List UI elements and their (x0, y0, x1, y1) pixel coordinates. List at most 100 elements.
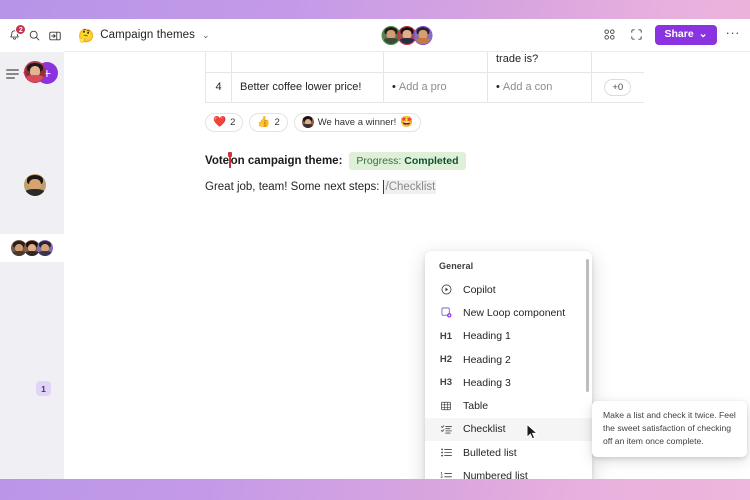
reaction-count: 2 (230, 116, 236, 128)
reaction-heart[interactable]: ❤️ 2 (205, 112, 244, 132)
line-text-after: on campaign theme: (230, 154, 343, 167)
status-badge-label: Progress: (356, 154, 402, 167)
cell-con-placeholder: Add a con (502, 81, 553, 93)
search-icon[interactable] (26, 26, 43, 46)
menu-item-copilot[interactable]: Copilot (425, 278, 592, 301)
menu-item-bulleted-list[interactable]: Bulleted list (425, 441, 592, 464)
cell-votes[interactable] (591, 52, 644, 73)
avatar (301, 116, 314, 128)
rail-chat-group-active[interactable] (0, 234, 64, 262)
notifications-badge: 2 (15, 23, 27, 35)
table-row: trade is? (205, 52, 644, 73)
slash-command-menu[interactable]: General Copilot New Loop component H1 He… (425, 251, 592, 479)
reactions-bar: ❤️ 2 👍 2 We have a winner! 🤩 (205, 112, 750, 132)
menu-item-label: Checklist (463, 423, 506, 436)
table-row: 4 Better coffee lower price! • Add a pro … (205, 71, 644, 103)
document-line-body[interactable]: Great job, team! Some next steps: /Check… (205, 179, 750, 194)
menu-item-label: Table (463, 400, 489, 413)
numbered-list-icon: 123 (439, 469, 453, 479)
menu-item-label: Numbered list (463, 470, 528, 479)
rail-toolbar: 2 (0, 19, 64, 52)
cell-number: 4 (205, 71, 232, 103)
menu-group-label: General (439, 261, 474, 271)
left-rail: 2 ▾ (0, 19, 64, 479)
avatar-stack (10, 239, 54, 257)
cell-idea[interactable] (231, 52, 384, 73)
menu-item-label: New Loop component (463, 306, 566, 319)
cell-con[interactable]: • Add a con (487, 71, 592, 103)
line-body-text: Great job, team! Some next steps: (205, 180, 380, 193)
text-cursor (227, 152, 232, 169)
cell-idea[interactable]: Better coffee lower price! (231, 71, 384, 103)
loop-component-icon (439, 306, 453, 320)
collaborator-avatar-3[interactable] (413, 25, 433, 45)
menu-item-checklist[interactable]: Checklist (425, 417, 592, 442)
menu-item-label: Copilot (463, 283, 496, 296)
menu-item-label: Heading 3 (463, 376, 511, 389)
bulleted-list-icon (439, 446, 453, 460)
heading-1-icon: H1 (439, 330, 453, 342)
heading-3-icon: H3 (439, 377, 453, 389)
status-badge[interactable]: Progress: Completed (349, 151, 466, 170)
cell-con[interactable]: trade is? (487, 52, 592, 73)
menu-item-label: Bulleted list (463, 446, 517, 459)
page-title: Campaign themes (100, 29, 196, 41)
more-options-button[interactable]: ··· (726, 26, 741, 43)
menu-item-heading-3[interactable]: H3 Heading 3 (425, 371, 592, 394)
apps-grid-icon[interactable] (601, 26, 619, 44)
app-window: 2 ▾ (0, 0, 750, 500)
chevron-down-icon: ⌄ (698, 28, 708, 41)
copilot-icon (439, 283, 453, 297)
cell-pro-placeholder: Add a pro (398, 81, 447, 93)
document-canvas: trade is? 4 Better coffee lower price! •… (64, 52, 750, 479)
vote-count-pill[interactable]: +0 (604, 78, 632, 96)
heart-icon: ❤️ (213, 115, 227, 128)
app-header: 🤔 Campaign themes ⌄ Share ⌄ ··· (64, 19, 750, 52)
document-title-button[interactable]: 🤔 Campaign themes ⌄ (78, 29, 210, 42)
menu-item-label: Heading 2 (463, 353, 511, 366)
header-actions: Share ⌄ ··· (601, 25, 741, 45)
menu-item-heading-2[interactable]: H2 Heading 2 (425, 348, 592, 371)
cell-number (205, 52, 232, 73)
table-icon (439, 399, 453, 413)
reaction-comment[interactable]: We have a winner! 🤩 (293, 112, 422, 132)
app-shell: 2 ▾ (0, 19, 750, 479)
checklist-icon (439, 422, 453, 436)
panel-toggle-icon[interactable] (47, 26, 64, 46)
menu-item-table[interactable]: Table (425, 394, 592, 417)
menu-item-numbered-list[interactable]: 123 Numbered list (425, 464, 592, 479)
avatar (36, 239, 54, 257)
collaborator-avatars (381, 25, 433, 45)
fullscreen-icon[interactable] (628, 26, 646, 44)
reaction-comment-text: We have a winner! (317, 116, 397, 128)
chevron-down-icon: ⌄ (202, 29, 210, 40)
thinking-face-icon: 🤔 (78, 27, 95, 43)
avatar (25, 62, 45, 82)
document-line-heading[interactable]: Vote on campaign theme: Progress: Comple… (205, 151, 750, 170)
heading-2-icon: H2 (439, 354, 453, 366)
pros-cons-table: trade is? 4 Better coffee lower price! •… (205, 52, 644, 103)
menu-item-new-loop-component[interactable]: New Loop component (425, 301, 592, 324)
unread-count-badge: 1 (36, 381, 51, 396)
thumbs-up-icon: 👍 (257, 115, 271, 128)
menu-scrollbar[interactable] (585, 259, 589, 392)
reaction-thumbsup[interactable]: 👍 2 (249, 112, 288, 132)
menu-item-label: Heading 1 (463, 330, 511, 343)
status-badge-value: Completed (404, 154, 459, 167)
cell-pro[interactable] (383, 52, 488, 73)
star-struck-icon: 🤩 (400, 115, 414, 128)
cell-pro[interactable]: • Add a pro (383, 71, 488, 103)
rail-chat-avatar-1[interactable] (24, 61, 46, 83)
line-text-before: Vote (205, 154, 230, 167)
bell-icon[interactable]: 2 (6, 23, 27, 46)
cell-votes[interactable]: +0 (591, 71, 644, 103)
menu-item-heading-1[interactable]: H1 Heading 1 (425, 325, 592, 348)
menu-item-tooltip: Make a list and check it twice. Feel the… (592, 401, 747, 458)
slash-command-token: /Checklist (382, 179, 437, 194)
main-column: 🤔 Campaign themes ⌄ Share ⌄ ··· trade is… (64, 19, 750, 479)
rail-chat-avatar-2[interactable] (24, 174, 46, 196)
list-icon (6, 69, 19, 79)
share-button[interactable]: Share ⌄ (654, 25, 717, 45)
avatar (24, 174, 46, 196)
reaction-count: 2 (274, 116, 280, 128)
